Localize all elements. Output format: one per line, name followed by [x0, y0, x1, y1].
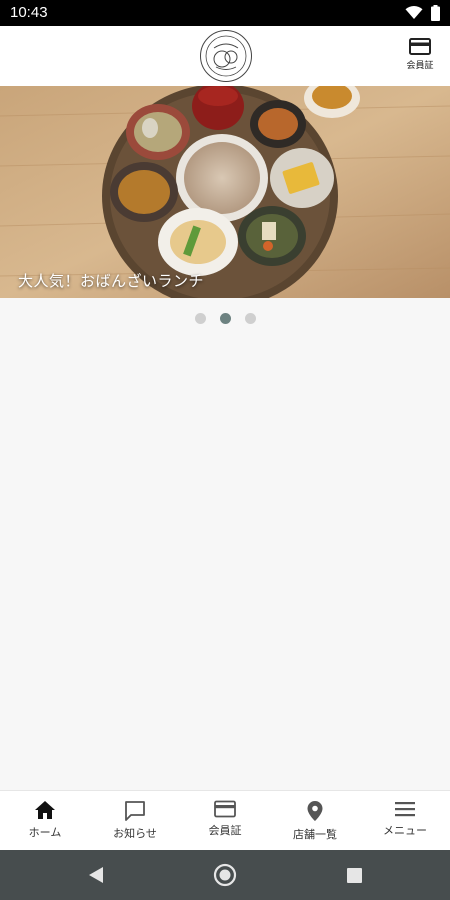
nav-label: 店舗一覧: [293, 828, 337, 841]
home-icon: [35, 801, 55, 819]
status-time: 10:43: [10, 4, 48, 21]
pager-dot[interactable]: [194, 313, 206, 324]
system-nav-bar: [0, 850, 450, 900]
app-header: 会員証: [0, 26, 450, 86]
location-pin-icon: [307, 801, 323, 821]
carousel-pager: [0, 313, 450, 324]
nav-item-menu[interactable]: メニュー: [360, 791, 450, 850]
bottom-nav: ホーム お知らせ 会員証 店舗一覧 メニュー: [0, 790, 450, 850]
nav-label: お知らせ: [113, 827, 157, 840]
member-card-label: 会員証: [406, 61, 434, 71]
wifi-icon: [405, 6, 423, 19]
banner-caption: 大人気！おばんざいランチ: [18, 272, 205, 290]
nav-item-home[interactable]: ホーム: [0, 791, 90, 850]
nav-label: 会員証: [208, 824, 242, 837]
nav-label: メニュー: [383, 824, 427, 837]
pager-dot[interactable]: [244, 313, 256, 324]
logo[interactable]: [200, 30, 252, 82]
card-icon: [409, 38, 431, 55]
pager-dot-active[interactable]: [219, 313, 231, 324]
back-icon[interactable]: [88, 866, 104, 884]
header-member-card-button[interactable]: 会員証: [402, 38, 438, 71]
nav-label: ホーム: [28, 826, 62, 839]
logo-emblem-icon: [205, 35, 247, 77]
banner-image: [0, 86, 450, 298]
battery-icon: [431, 5, 440, 21]
chat-icon: [125, 801, 145, 821]
menu-icon: [395, 802, 415, 817]
card-icon: [214, 800, 236, 818]
recents-icon[interactable]: [347, 868, 362, 883]
banner-carousel[interactable]: 大人気！おばんざいランチ: [0, 86, 450, 298]
nav-item-news[interactable]: お知らせ: [90, 791, 180, 850]
nav-item-member-card[interactable]: 会員証: [180, 791, 270, 850]
nav-item-stores[interactable]: 店舗一覧: [270, 791, 360, 850]
home-circle-icon[interactable]: [213, 863, 237, 887]
status-icons: [405, 5, 440, 21]
status-bar: 10:43: [0, 0, 450, 26]
